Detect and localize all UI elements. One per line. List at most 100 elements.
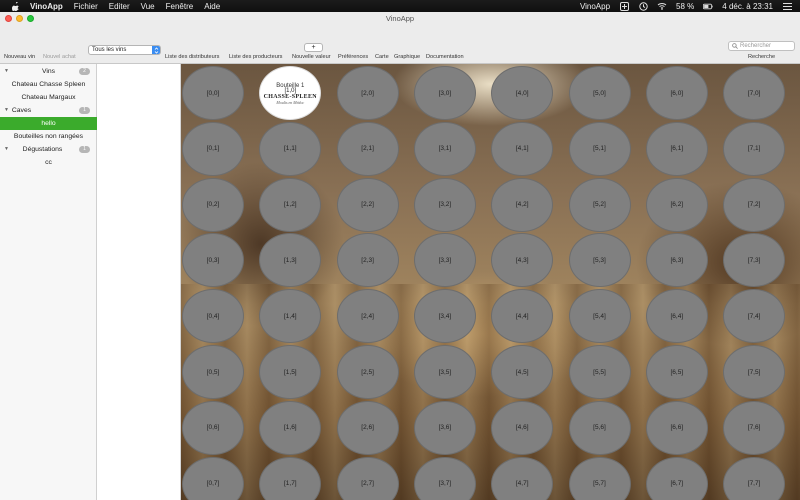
- cellar-slot[interactable]: [0,4]: [182, 289, 244, 344]
- cellar-slot[interactable]: [0,5]: [182, 345, 244, 399]
- cellar-slot[interactable]: [6,2]: [645, 177, 708, 232]
- wine-filter-select[interactable]: Tous les vins: [88, 45, 161, 55]
- cellar-slot[interactable]: [2,3]: [336, 233, 399, 288]
- cellar-slot[interactable]: [4,2]: [491, 177, 554, 232]
- cellar-slot[interactable]: [0,2]: [182, 177, 244, 232]
- menu-app-name[interactable]: VinoApp: [30, 2, 63, 11]
- slot-coordinate: [3,7]: [438, 480, 452, 488]
- battery-icon[interactable]: [703, 1, 713, 11]
- cellar-slot[interactable]: [2,1]: [336, 121, 399, 176]
- sidebar-group-tastings[interactable]: ▼ Dégustations 1: [0, 143, 97, 156]
- preferences-button[interactable]: Préférences: [338, 54, 368, 60]
- cellar-slot[interactable]: [1,5]: [259, 345, 322, 399]
- cellar-slot[interactable]: [3,3]: [413, 233, 476, 288]
- cellar-slot[interactable]: [4,4]: [491, 289, 554, 344]
- cellar-slot[interactable]: [3,0]: [413, 66, 476, 120]
- cellar-slot[interactable]: [3,6]: [413, 400, 476, 455]
- cellar-slot[interactable]: [1,3]: [259, 233, 322, 288]
- cellar-slot[interactable]: [3,5]: [413, 345, 476, 399]
- wifi-icon[interactable]: [657, 1, 667, 11]
- cellar-slot[interactable]: [4,0]: [491, 66, 554, 120]
- apple-icon[interactable]: [10, 1, 21, 12]
- cellar-slot[interactable]: [5,2]: [568, 177, 631, 232]
- cellar-slot[interactable]: [3,1]: [413, 121, 476, 176]
- title-bar[interactable]: VinoApp: [0, 12, 800, 26]
- cellar-slot[interactable]: [5,1]: [568, 121, 631, 176]
- cellar-slot[interactable]: [6,6]: [645, 400, 708, 455]
- search-input[interactable]: Rechercher: [728, 41, 795, 51]
- cellar-slot[interactable]: [5,4]: [568, 289, 631, 344]
- sidebar-group-cellars[interactable]: ▼ Caves 1: [0, 104, 97, 117]
- cellar-slot[interactable]: [5,6]: [568, 400, 631, 455]
- cellar-slot[interactable]: [5,3]: [568, 233, 631, 288]
- cellar-slot[interactable]: [0,3]: [182, 233, 244, 288]
- cellar-slot[interactable]: [4,5]: [491, 345, 554, 399]
- menu-fichier[interactable]: Fichier: [74, 2, 98, 11]
- new-value-button[interactable]: Nouvelle valeur: [292, 54, 331, 60]
- status-app-name[interactable]: VinoApp: [580, 2, 610, 11]
- time-machine-icon[interactable]: [638, 1, 648, 11]
- sidebar-item-wine[interactable]: Chateau Chasse Spleen: [0, 78, 97, 91]
- sidebar-item-cellar[interactable]: hello: [0, 117, 97, 130]
- cellar-slot[interactable]: [2,4]: [336, 289, 399, 344]
- documentation-button[interactable]: Documentation: [426, 54, 464, 60]
- menu-aide[interactable]: Aide: [204, 2, 220, 11]
- menu-clock[interactable]: 4 déc. à 23:31: [722, 2, 773, 11]
- cellar-slot[interactable]: [2,5]: [336, 345, 399, 399]
- slot-coordinate: [0,4]: [206, 312, 220, 320]
- cellar-slot[interactable]: [3,4]: [413, 289, 476, 344]
- cellar-slot[interactable]: [7,5]: [723, 345, 786, 399]
- slot-coordinate: [1,5]: [283, 368, 297, 376]
- cellar-slot[interactable]: [5,5]: [568, 345, 631, 399]
- close-window-button[interactable]: [5, 15, 12, 22]
- menu-editer[interactable]: Editer: [109, 2, 130, 11]
- cellar-slot[interactable]: [4,6]: [491, 400, 554, 455]
- sidebar-item-tasting[interactable]: cc: [0, 156, 97, 169]
- producers-button[interactable]: Liste des producteurs: [229, 54, 282, 60]
- finder-status-icon[interactable]: [619, 1, 629, 11]
- menu-vue[interactable]: Vue: [141, 2, 155, 11]
- cellar-slot[interactable]: [6,1]: [645, 121, 708, 176]
- cellar-slot[interactable]: [7,2]: [723, 177, 786, 232]
- sidebar-item-wine[interactable]: Chateau Margaux: [0, 91, 97, 104]
- cellar-slot[interactable]: [2,6]: [336, 400, 399, 455]
- cellar-slot[interactable]: [0,0]: [182, 66, 244, 120]
- cellar-slot[interactable]: [2,2]: [336, 177, 399, 232]
- cellar-slot[interactable]: [7,6]: [723, 400, 786, 455]
- new-wine-button[interactable]: Nouveau vin: [4, 54, 35, 60]
- cellar-slot[interactable]: [7,0]: [723, 66, 786, 120]
- cellar-slot[interactable]: [1,1]: [259, 121, 322, 176]
- cellar-slot[interactable]: [6,0]: [645, 66, 708, 120]
- add-button[interactable]: +: [304, 43, 323, 52]
- map-button[interactable]: Carte: [375, 54, 389, 60]
- cellar-slot[interactable]: [6,3]: [645, 233, 708, 288]
- cellar-slot[interactable]: [6,4]: [645, 289, 708, 344]
- slot-coordinate: [5,1]: [593, 145, 606, 153]
- distributors-button[interactable]: Liste des distributeurs: [165, 54, 219, 60]
- wine-filter-value: Tous les vins: [92, 47, 127, 53]
- sidebar-item-unsorted[interactable]: Bouteilles non rangées: [0, 130, 97, 143]
- cellar-slot[interactable]: [7,4]: [723, 289, 786, 344]
- cellar-slot[interactable]: [7,3]: [723, 233, 786, 288]
- cellar-slot[interactable]: [0,1]: [182, 121, 244, 176]
- cellar-slot[interactable]: [4,3]: [491, 233, 554, 288]
- menu-fenetre[interactable]: Fenêtre: [166, 2, 194, 11]
- cellar-slot[interactable]: [7,1]: [723, 121, 786, 176]
- cellar-slot[interactable]: [5,0]: [568, 66, 631, 120]
- cellar-slot-occupied[interactable]: Bouteille 1 [1,0] CHASSE-SPLEEN Moulis en M…: [259, 66, 322, 120]
- new-purchase-button[interactable]: Nouvel achat: [43, 54, 76, 60]
- cellar-slot[interactable]: [1,6]: [259, 400, 322, 455]
- chart-button[interactable]: Graphique: [394, 54, 420, 60]
- cellar-slot[interactable]: [3,2]: [413, 177, 476, 232]
- cellar-slot[interactable]: [1,2]: [259, 177, 322, 232]
- cellar-slot[interactable]: [2,0]: [336, 66, 399, 120]
- cellar-slot[interactable]: [0,6]: [182, 400, 244, 455]
- zoom-window-button[interactable]: [27, 15, 34, 22]
- cellar-slot[interactable]: [6,5]: [645, 345, 708, 399]
- cellar-slot[interactable]: [4,1]: [491, 121, 554, 176]
- sidebar-group-wines[interactable]: ▼ Vins 2: [0, 65, 97, 78]
- notification-center-icon[interactable]: [782, 1, 792, 11]
- minimize-window-button[interactable]: [16, 15, 23, 22]
- slot-coordinate: [7,5]: [747, 368, 761, 376]
- slot-coordinate: [5,2]: [593, 201, 606, 209]
